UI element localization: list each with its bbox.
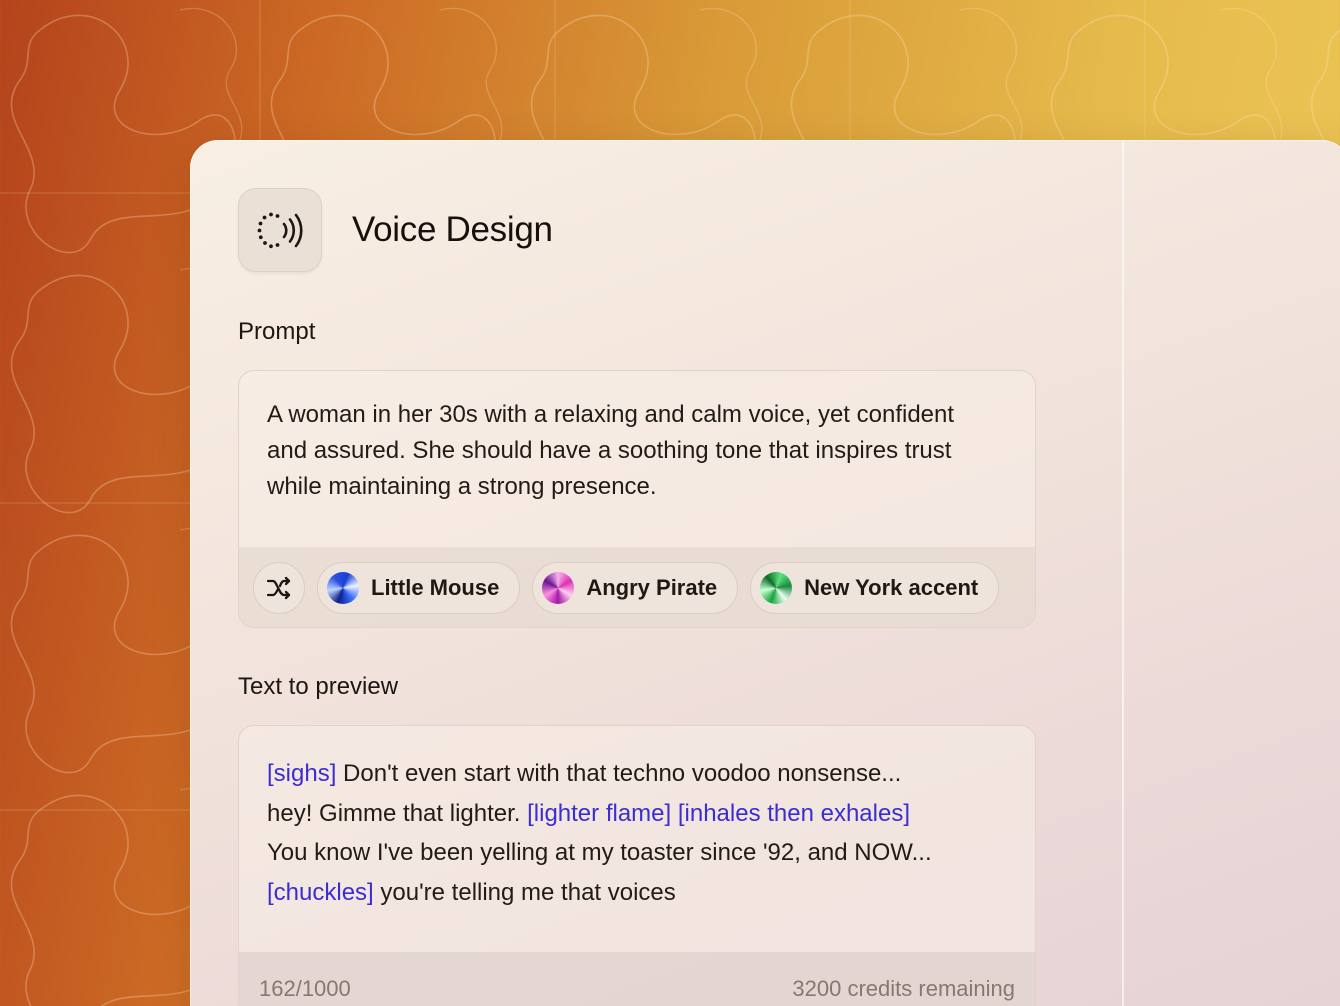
panel-divider [1122,140,1124,1006]
preview-segment: Don't even start with that techno voodoo… [336,760,902,787]
voice-waves-icon [238,188,322,272]
preview-segment: You know I've been yelling at my toaster… [267,839,932,866]
character-count: 162/1000 [259,976,351,1001]
prompt-textarea[interactable]: A woman in her 30s with a relaxing and c… [267,397,997,505]
chip-label: New York accent [804,575,979,600]
page-title: Voice Design [352,210,553,249]
preview-segment: hey! Gimme that lighter. [267,799,528,827]
chip-label: Angry Pirate [586,575,718,600]
prompt-input-box[interactable]: A woman in her 30s with a relaxing and c… [238,370,1036,628]
shuffle-button[interactable] [253,562,305,614]
preview-textarea[interactable]: [sighs] Don't even start with that techn… [267,754,1007,912]
audio-tag: [sighs] [267,760,337,787]
preview-segment: you're telling me that voices [373,878,676,906]
credits-remaining: 3200 credits remaining [792,976,1015,1001]
audio-tag: [lighter flame] [527,799,672,827]
pink-orb-avatar [542,572,575,604]
preview-line: You know I've been yelling at my toaster… [267,833,1007,873]
prompt-suggestions-bar: Little Mouse Angry Pirate New York accen… [239,547,1035,627]
suggestion-chip-little-mouse[interactable]: Little Mouse [317,562,521,614]
preview-segment [671,800,678,827]
chip-label: Little Mouse [371,575,500,600]
green-orb-avatar [760,572,793,604]
voice-design-panel: Voice Design Prompt A woman in her 30s w… [190,140,1340,1006]
preview-footer: 162/1000 3200 credits remaining [239,952,1035,1006]
blue-orb-avatar [327,572,359,604]
preview-label: Text to preview [238,673,399,700]
suggestion-chip-angry-pirate[interactable]: Angry Pirate [532,562,739,614]
preview-input-box[interactable]: [sighs] Don't even start with that techn… [238,725,1036,1006]
preview-line: hey! Gimme that lighter. [lighter flame]… [267,794,1007,834]
preview-line: [sighs] Don't even start with that techn… [267,754,1007,794]
preview-line: [chuckles] you're telling me that voices [267,873,1007,913]
prompt-label: Prompt [238,318,316,345]
suggestion-chip-new-york-accent[interactable]: New York accent [750,562,1000,614]
audio-tag: [inhales then exhales] [677,799,911,827]
shuffle-icon [266,576,291,600]
audio-tag: [chuckles] [267,878,374,906]
